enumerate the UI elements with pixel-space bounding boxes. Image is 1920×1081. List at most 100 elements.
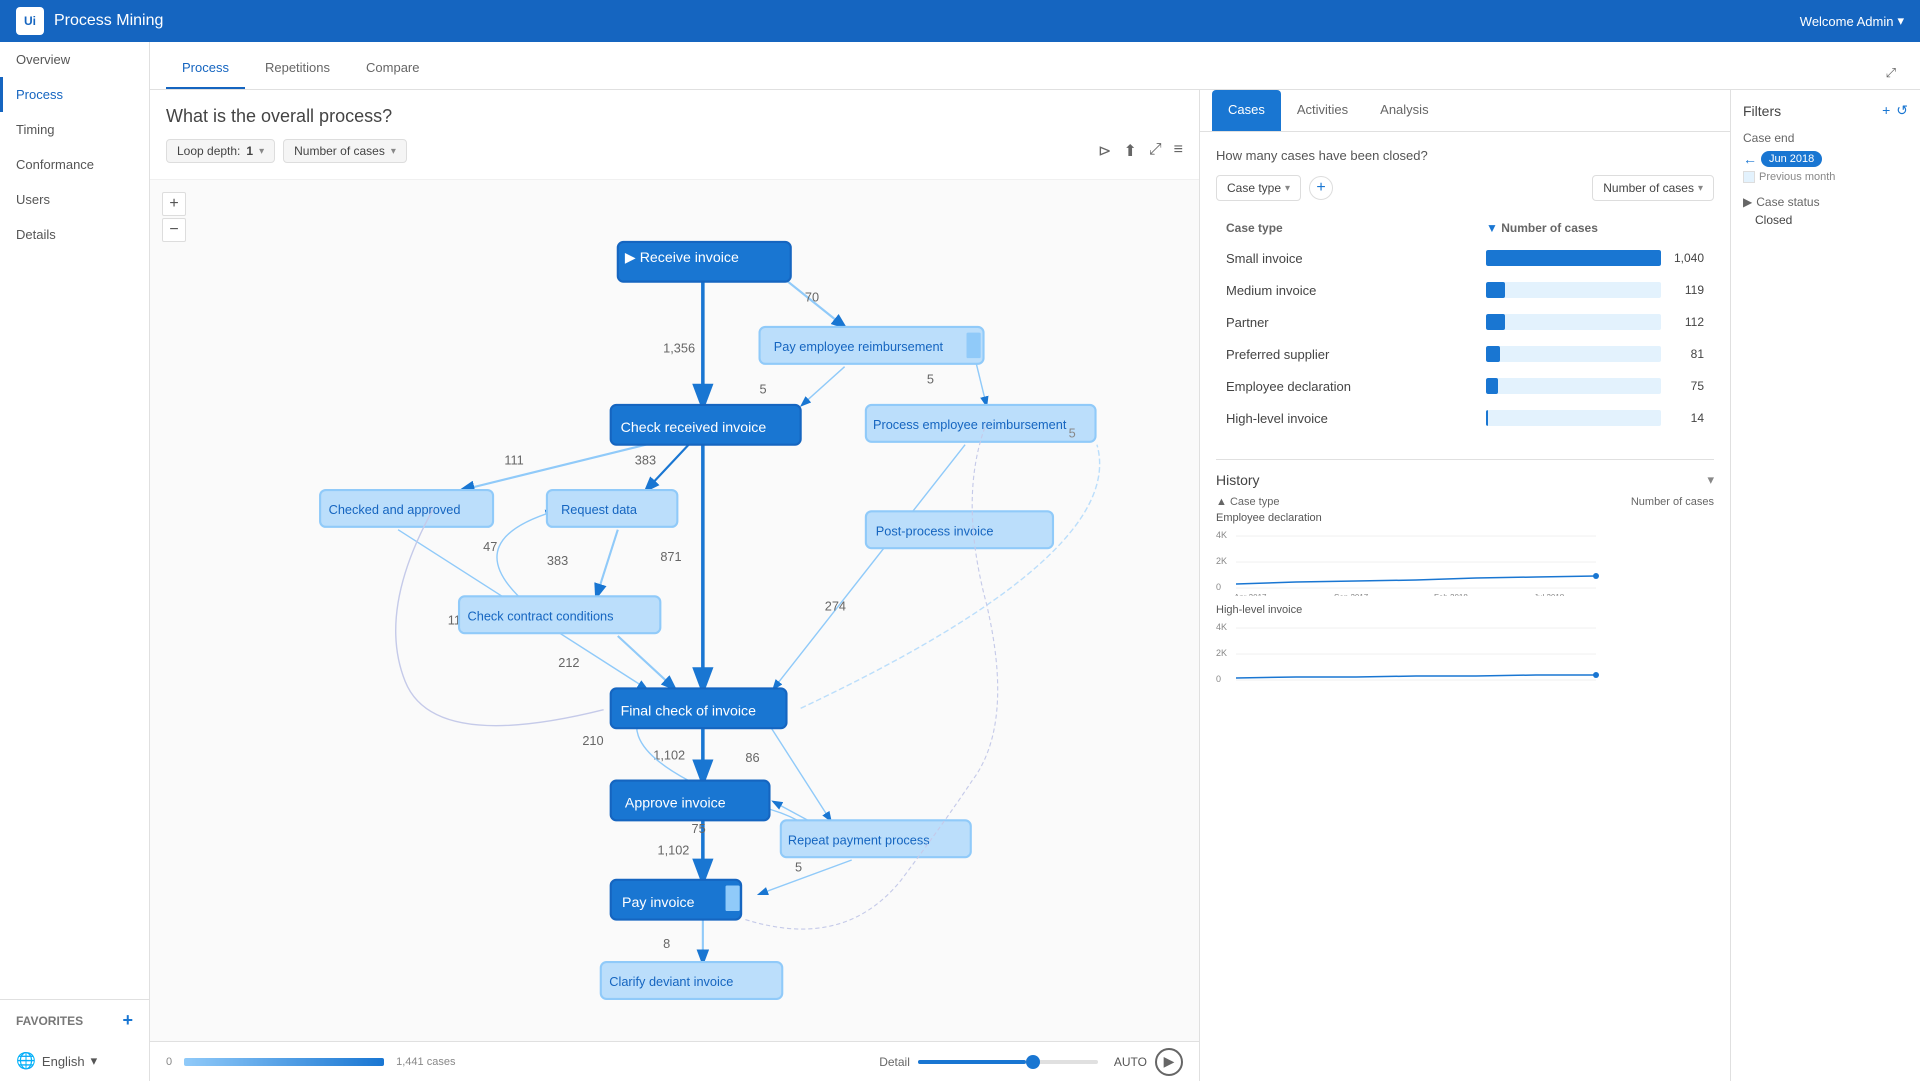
stats-table: Case type ▼ Number of cases Small invoic… xyxy=(1216,213,1714,435)
case-status-header[interactable]: ▶ Case status xyxy=(1743,195,1908,209)
svg-text:5: 5 xyxy=(927,372,934,387)
svg-text:111: 111 xyxy=(504,452,523,467)
case-end-section-title: Case end xyxy=(1743,131,1908,145)
table-row: Medium invoice 119 xyxy=(1218,275,1712,305)
diagram-area: + − 70 xyxy=(150,180,1199,1041)
tab-compare[interactable]: Compare xyxy=(350,48,435,89)
history-header: History ▾ xyxy=(1216,472,1714,488)
case-type-cell: Small invoice xyxy=(1218,243,1476,273)
svg-text:212: 212 xyxy=(558,655,579,670)
sidebar: Overview Process Timing Conformance User… xyxy=(0,42,150,1081)
svg-text:383: 383 xyxy=(635,452,656,467)
date-navigation: ← Jun 2018 xyxy=(1743,151,1908,167)
svg-text:Feb 2018: Feb 2018 xyxy=(1434,593,1468,596)
app-title: Process Mining xyxy=(54,12,1800,30)
svg-text:Request data: Request data xyxy=(561,502,638,517)
number-cases-dropdown-arrow: ▾ xyxy=(1698,183,1703,194)
filter-row: Case type ▾ + Number of cases ▾ xyxy=(1216,175,1714,201)
stats-question: How many cases have been closed? xyxy=(1216,148,1714,163)
tab-cases[interactable]: Cases xyxy=(1212,90,1281,131)
expand-icon[interactable]: ⤢ xyxy=(1878,57,1904,89)
svg-text:86: 86 xyxy=(745,750,759,765)
svg-text:70: 70 xyxy=(805,289,819,304)
svg-text:274: 274 xyxy=(825,599,846,614)
content-area: Process Repetitions Compare ⤢ What is th… xyxy=(150,42,1920,1081)
svg-text:Clarify deviant invoice: Clarify deviant invoice xyxy=(609,974,733,989)
add-favorite-button[interactable]: + xyxy=(122,1010,133,1031)
svg-text:0: 0 xyxy=(1216,582,1221,592)
number-of-cases-filter[interactable]: Number of cases ▾ xyxy=(283,139,407,163)
tab-repetitions[interactable]: Repetitions xyxy=(249,48,346,89)
user-dropdown-icon[interactable]: ▾ xyxy=(1897,13,1904,29)
tab-activities[interactable]: Activities xyxy=(1281,90,1364,131)
svg-text:47: 47 xyxy=(483,539,497,554)
expand-icon: ▶ xyxy=(1743,195,1752,209)
history-section: History ▾ ▲ Case type Number of cases Em… xyxy=(1216,459,1714,688)
filters-header: Filters + ↺ xyxy=(1743,102,1908,119)
main-layout: Overview Process Timing Conformance User… xyxy=(0,42,1920,1081)
svg-text:2K: 2K xyxy=(1216,648,1227,658)
case-range-bar xyxy=(184,1058,384,1066)
svg-text:5: 5 xyxy=(760,382,767,397)
case-type-filter-button[interactable]: Case type ▾ xyxy=(1216,175,1301,201)
svg-text:Pay invoice: Pay invoice xyxy=(622,895,695,911)
employee-chart-svg: 4K 2K 0 xyxy=(1216,526,1714,596)
sidebar-item-details[interactable]: Details xyxy=(0,217,149,252)
svg-text:Check received invoice: Check received invoice xyxy=(621,420,767,436)
add-filter-icon[interactable]: + xyxy=(1882,102,1890,119)
svg-text:4K: 4K xyxy=(1216,530,1227,540)
fullscreen-icon[interactable]: ⤢ xyxy=(1149,141,1162,161)
table-row: Preferred supplier 81 xyxy=(1218,339,1712,369)
tab-bar: Process Repetitions Compare ⤢ xyxy=(150,42,1920,90)
filter-dropdown-arrow: ▾ xyxy=(1285,183,1290,194)
detail-slider-thumb[interactable] xyxy=(1026,1055,1040,1069)
filter-dropdown-icon: ▾ xyxy=(391,146,396,157)
col-case-type: Case type xyxy=(1218,215,1476,241)
table-row: Employee declaration 75 xyxy=(1218,371,1712,401)
sidebar-item-conformance[interactable]: Conformance xyxy=(0,147,149,182)
export-icon[interactable]: ⬆ xyxy=(1123,141,1136,161)
case-type-cell: Medium invoice xyxy=(1218,275,1476,305)
tab-analysis[interactable]: Analysis xyxy=(1364,90,1444,131)
svg-text:Approve invoice: Approve invoice xyxy=(625,796,726,812)
svg-text:Checked and approved: Checked and approved xyxy=(329,502,461,517)
case-status-filter-section: ▶ Case status Closed xyxy=(1743,195,1908,227)
svg-text:Check contract conditions: Check contract conditions xyxy=(468,608,614,623)
history-expand-icon[interactable]: ▾ xyxy=(1707,472,1714,488)
table-row: Small invoice 1,040 xyxy=(1218,243,1712,273)
play-button[interactable]: ▶ xyxy=(1155,1048,1183,1076)
tab-process[interactable]: Process xyxy=(166,48,245,89)
svg-text:1,102: 1,102 xyxy=(657,842,689,857)
list-icon[interactable]: ≡ xyxy=(1174,141,1183,161)
add-filter-button[interactable]: + xyxy=(1309,176,1333,200)
svg-text:▶ Receive invoice: ▶ Receive invoice xyxy=(625,250,739,266)
svg-text:4K: 4K xyxy=(1216,622,1227,632)
sidebar-item-users[interactable]: Users xyxy=(0,182,149,217)
refresh-filter-icon[interactable]: ↺ xyxy=(1896,102,1908,119)
detail-slider-track[interactable] xyxy=(918,1060,1098,1064)
previous-month-indicator: Previous month xyxy=(1743,171,1908,183)
sidebar-item-timing[interactable]: Timing xyxy=(0,112,149,147)
topbar: Ui Process Mining Welcome Admin ▾ xyxy=(0,0,1920,42)
favorites-section: FAVORITES + xyxy=(0,999,149,1041)
sidebar-item-process[interactable]: Process xyxy=(0,77,149,112)
send-icon[interactable]: ⊳ xyxy=(1098,141,1111,161)
svg-text:1,356: 1,356 xyxy=(663,341,695,356)
prev-month-checkbox[interactable] xyxy=(1743,171,1755,183)
language-selector[interactable]: 🌐 English ▾ xyxy=(0,1041,149,1081)
number-cases-cell: 112 xyxy=(1478,307,1712,337)
svg-text:Process employee reimbursement: Process employee reimbursement xyxy=(873,417,1067,432)
language-dropdown-icon: ▾ xyxy=(91,1053,98,1069)
svg-text:Final check of invoice: Final check of invoice xyxy=(621,703,756,719)
svg-text:Repeat payment process: Repeat payment process xyxy=(788,832,930,847)
history-row-high-level: High-level invoice 4K 2K 0 xyxy=(1216,604,1714,688)
number-cases-cell: 14 xyxy=(1478,403,1712,433)
case-type-cell: Partner xyxy=(1218,307,1476,337)
employee-chart: 4K 2K 0 xyxy=(1216,526,1714,596)
sidebar-item-overview[interactable]: Overview xyxy=(0,42,149,77)
case-type-cell: High-level invoice xyxy=(1218,403,1476,433)
prev-date-button[interactable]: ← xyxy=(1743,151,1757,167)
left-panel: What is the overall process? Loop depth:… xyxy=(150,90,1200,1081)
loop-depth-control[interactable]: Loop depth: 1 ▾ xyxy=(166,139,275,163)
number-cases-filter-button[interactable]: Number of cases ▾ xyxy=(1592,175,1714,201)
